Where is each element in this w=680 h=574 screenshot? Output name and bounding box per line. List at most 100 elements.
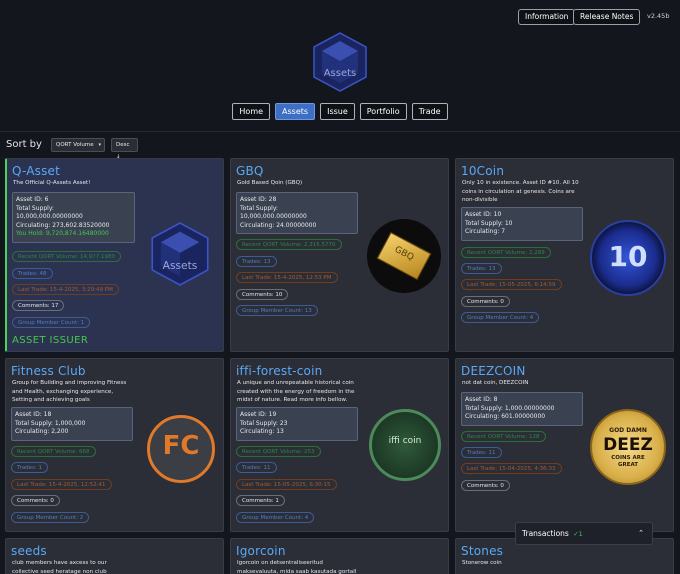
main-nav: Home Assets Issue Portfolio Trade — [0, 103, 680, 120]
asset-name: Fitness Club — [11, 364, 86, 378]
last-trade-badge: Last Trade: 15-04-2025, 4:36:33 — [461, 463, 562, 474]
comments-button[interactable]: Comments: 17 — [12, 300, 65, 311]
asset-name: GBQ — [236, 164, 264, 178]
asset-card-igorcoin[interactable]: Igorcoin Igorcoin on detsentraliseeritud… — [230, 538, 449, 574]
version-label: v2.45b — [647, 12, 670, 20]
total-supply: Total Supply: 23 — [240, 419, 288, 427]
circulating: Circulating: 2,200 — [15, 428, 69, 436]
asset-description: Gold Based Qoin (GBQ) — [237, 180, 303, 186]
asset-card-fitness-club[interactable]: Fitness Club Group for Building and impr… — [5, 358, 224, 532]
asset-issuer-label: ASSET ISSUER — [12, 335, 89, 346]
asset-description: club members have axcess to our collecti… — [12, 560, 107, 574]
assets-logo-icon: Assets — [313, 32, 367, 92]
total-supply: Total Supply: — [16, 204, 54, 212]
trades-badge[interactable]: Trades: 11 — [461, 447, 502, 458]
deez-image-line1: GOD DAMN — [609, 427, 647, 434]
asset-card-10coin[interactable]: 10Coin Only 10 in existence. Asset ID #1… — [455, 158, 674, 352]
group-member-badge[interactable]: Group Member Count: 4 — [461, 312, 540, 323]
total-supply-value: 10,000,000.00000000 — [240, 213, 307, 221]
nav-issue[interactable]: Issue — [320, 103, 355, 120]
asset-description: A unique and unrepeatable historical coi… — [237, 380, 355, 403]
nav-portfolio[interactable]: Portfolio — [359, 103, 407, 120]
deezcoin-image: GOD DAMN DEEZ COINS ARE GREAT — [590, 409, 666, 485]
asset-info-box: Asset ID: 19 Total Supply: 23 Circulatin… — [236, 407, 358, 441]
trades-badge[interactable]: Trades: 13 — [236, 256, 277, 267]
asset-id: Asset ID: 18 — [15, 411, 52, 418]
total-supply: Total Supply: 1,000,000 — [15, 419, 86, 427]
asset-description: Stonerow coin — [462, 560, 502, 566]
transactions-label: Transactions — [522, 529, 569, 538]
recent-volume-badge: Recent QORT Volume: 128 — [461, 431, 546, 442]
logo-text: Assets — [324, 68, 357, 79]
circulating: Circulating: 24.00000000 — [240, 221, 317, 229]
asset-info-box: Asset ID: 28 Total Supply: 10,000,000.00… — [236, 192, 358, 235]
fc-image-text: FC — [162, 431, 200, 461]
asset-info-box: Asset ID: 18 Total Supply: 1,000,000 Cir… — [11, 407, 133, 441]
asset-info-box: Asset ID: 6 Total Supply: 10,000,000.000… — [12, 192, 135, 243]
last-trade-badge: Last Trade: 15-05-2025, 6:30:15 — [236, 479, 337, 490]
asset-id: Asset ID: 19 — [240, 411, 277, 418]
asset-name: Stones — [461, 544, 504, 558]
recent-volume-badge: Recent QORT Volume: 2,315.5770 — [236, 239, 342, 250]
asset-info-box: Asset ID: 10 Total Supply: 10 Circulatin… — [461, 207, 583, 241]
app-header: Information Release Notes v2.45b Assets … — [0, 0, 680, 132]
circulating: Circulating: 7 — [465, 228, 506, 236]
asset-description: The Official Q-Assets Asset! — [13, 180, 91, 186]
gbq-coin-image: GBQ — [367, 219, 441, 293]
comments-button[interactable]: Comments: 0 — [11, 495, 60, 506]
group-member-badge[interactable]: Group Member Count: 13 — [236, 305, 318, 316]
trades-badge[interactable]: Trades: 1 — [11, 462, 49, 473]
you-hold: You Hold: 9,720,874.16480000 — [16, 230, 109, 238]
asset-name: DEEZCOIN — [461, 364, 526, 378]
nav-home[interactable]: Home — [232, 103, 271, 120]
trades-badge[interactable]: Trades: 48 — [12, 268, 53, 279]
sort-direction-button[interactable]: Desc ↓ — [111, 138, 138, 160]
total-supply-value: 10,000,000.00000000 — [16, 213, 83, 221]
last-trade-badge: Last Trade: 15-05-2025, 6:14:59 — [461, 279, 562, 290]
comments-button[interactable]: Comments: 0 — [461, 480, 510, 491]
group-member-badge[interactable]: Group Member Count: 4 — [236, 512, 315, 523]
nav-assets[interactable]: Assets — [275, 103, 316, 120]
comments-button[interactable]: Comments: 0 — [461, 296, 510, 307]
fitness-club-image: FC — [147, 415, 215, 483]
sort-field-value: QORT Volume — [56, 142, 94, 148]
transactions-status: ✓1 — [573, 530, 583, 538]
asset-card-gbq[interactable]: GBQ Gold Based Qoin (GBQ) Asset ID: 28 T… — [230, 158, 449, 352]
last-trade-badge: Last Trade: 15-4-2025, 12:52:41 — [11, 479, 112, 490]
asset-description: not dat coin, DEEZCOIN — [462, 380, 529, 386]
circulating: Circulating: 13 — [240, 428, 284, 436]
total-supply: Total Supply: — [240, 204, 278, 212]
asset-card-q-asset[interactable]: Q-Asset The Official Q-Assets Asset! Ass… — [5, 158, 224, 352]
transactions-panel[interactable]: Transactions ✓1 ⌃ — [515, 522, 653, 545]
asset-card-deezcoin[interactable]: DEEZCOIN not dat coin, DEEZCOIN Asset ID… — [455, 358, 674, 532]
q-asset-logo-text: Assets — [163, 259, 198, 272]
comments-button[interactable]: Comments: 10 — [236, 289, 289, 300]
information-button[interactable]: Information — [518, 9, 576, 25]
group-member-badge[interactable]: Group Member Count: 2 — [11, 512, 90, 523]
iffi-coin-image: iffi coin — [369, 409, 441, 481]
asset-id: Asset ID: 8 — [465, 396, 498, 403]
q-asset-logo-icon: Assets — [151, 222, 209, 286]
asset-description: Group for Building and improving Fitness… — [12, 380, 127, 403]
sort-label: Sort by — [6, 139, 42, 150]
nav-trade[interactable]: Trade — [411, 103, 448, 120]
chevron-down-icon: ▾ — [98, 142, 101, 148]
release-notes-button[interactable]: Release Notes — [573, 9, 641, 25]
10coin-image: 10 — [590, 220, 666, 296]
asset-card-seeds[interactable]: seeds club members have axcess to our co… — [5, 538, 224, 574]
asset-description: Only 10 in existence. Asset ID #10. All … — [462, 180, 579, 203]
recent-volume-badge: Recent QORT Volume: 253 — [236, 446, 321, 457]
total-supply: Total Supply: 10 — [465, 219, 513, 227]
asset-card-iffi-forest-coin[interactable]: iffi-forest-coin A unique and unrepeatab… — [230, 358, 449, 532]
comments-button[interactable]: Comments: 1 — [236, 495, 285, 506]
deez-image-line3: COINS ARE GREAT — [611, 455, 645, 468]
trades-badge[interactable]: Trades: 13 — [461, 263, 502, 274]
chevron-up-icon[interactable]: ⌃ — [638, 523, 644, 544]
sort-field-select[interactable]: QORT Volume ▾ — [51, 138, 105, 152]
asset-name: Igorcoin — [236, 544, 286, 558]
group-member-badge[interactable]: Group Member Count: 1 — [12, 317, 91, 328]
total-supply: Total Supply: 1,000.00000000 — [465, 404, 555, 412]
trades-badge[interactable]: Trades: 11 — [236, 462, 277, 473]
asset-name: Q-Asset — [12, 164, 61, 178]
asset-info-box: Asset ID: 8 Total Supply: 1,000.00000000… — [461, 392, 583, 426]
